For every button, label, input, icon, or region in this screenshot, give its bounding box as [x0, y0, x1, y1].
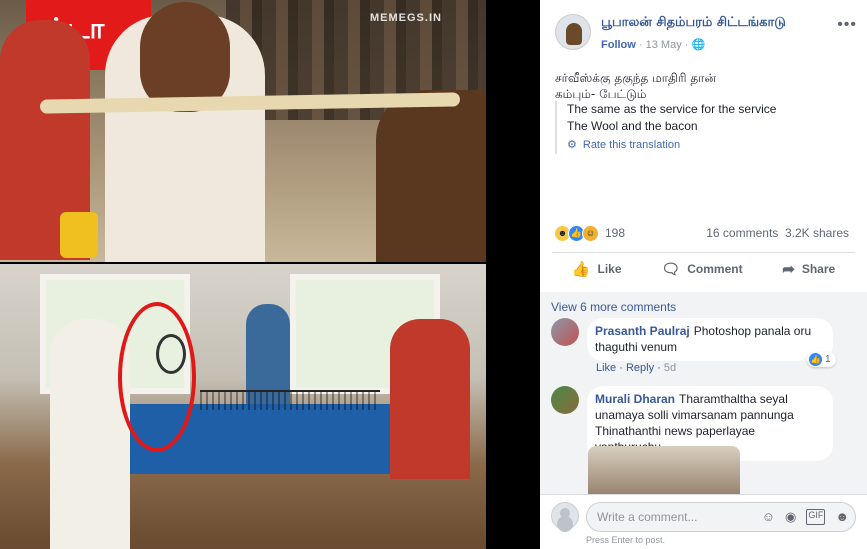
comment-reply-link[interactable]: Reply [626, 362, 654, 374]
comment-item: Murali Dharan Tharamthaltha seyal unamaya… [551, 386, 851, 461]
avatar [551, 502, 579, 530]
comment-composer: Write a comment... ☺ ◉ GIF ☻ Press Enter… [540, 494, 867, 549]
comment-actions: Like · Reply · 5d [596, 362, 677, 374]
rate-translation-label: Rate this translation [582, 139, 681, 151]
highlight-circle [118, 302, 196, 452]
post-text-line: சர்வீஸ்க்கு தகுந்த மாதிரி தான் [555, 71, 717, 85]
gif-icon[interactable]: GIF [806, 509, 826, 525]
like-reaction-icon: 👍 [809, 353, 822, 366]
page-avatar[interactable] [555, 14, 591, 50]
share-button-label: Share [801, 262, 836, 276]
watermark: MEMEGS.IN [370, 12, 442, 24]
person-center-head [140, 2, 230, 112]
view-more-comments-link[interactable]: View 6 more comments [551, 300, 676, 314]
comment-image-thumbnail[interactable] [588, 446, 740, 494]
press-enter-hint: Press Enter to post. [586, 535, 666, 545]
like-button[interactable]: 👍 Like [572, 260, 622, 278]
comment-time[interactable]: 5d [664, 362, 676, 374]
share-button[interactable]: ➦ Share [782, 260, 835, 278]
reactions-summary[interactable]: ☻ 👍 ☺ 198 [554, 224, 625, 242]
table-net [200, 390, 380, 410]
post-header: பூபாலன் சிதம்பரம் சிட்டங்காடு Follow · 1… [555, 14, 857, 54]
translation-line: The same as the service for the service [567, 102, 777, 116]
follow-button[interactable]: Follow [601, 39, 636, 51]
person-right [376, 90, 486, 262]
globe-icon: 🌐 [691, 39, 706, 51]
avatar[interactable] [551, 386, 579, 414]
post-meta: Follow · 13 May · 🌐 [601, 39, 706, 51]
post-stats: 16 comments 3.2K shares [706, 226, 849, 240]
comment-reaction-badge[interactable]: 👍 1 [807, 352, 836, 367]
shares-count[interactable]: 3.2K shares [785, 226, 849, 240]
gear-icon: ⚙ [567, 139, 577, 151]
like-button-label: Like [597, 262, 622, 276]
comment-text: unamaya solli vimarsanam pannunga [595, 408, 794, 422]
channel-logo [60, 212, 98, 258]
comment-button-label: Comment [687, 262, 743, 276]
comment-button[interactable]: 🗨 Comment [661, 260, 742, 278]
meme-bottom-panel [0, 264, 486, 549]
emoji-icon[interactable]: ☺ [762, 509, 775, 525]
page-name[interactable]: பூபாலன் சிதம்பரம் சிட்டங்காடு [601, 15, 786, 31]
post-text-line: கம்பும்- பேட்டும் [555, 87, 647, 101]
comments-section: View 6 more comments Prasanth Paulraj Pho… [540, 292, 867, 494]
more-icon[interactable]: ••• [837, 16, 857, 34]
camera-icon[interactable]: ◉ [785, 509, 796, 525]
post-actions: 👍 Like 🗨 Comment ➦ Share [552, 256, 855, 282]
comment-author[interactable]: Murali Dharan [595, 392, 675, 406]
divider [552, 252, 855, 253]
sticker-icon[interactable]: ☻ [835, 509, 849, 525]
comment-text: Tharamthaltha seyal [679, 392, 788, 406]
avatar[interactable] [551, 318, 579, 346]
rate-translation-link[interactable]: ⚙ Rate this translation [567, 137, 855, 154]
post-date[interactable]: 13 May [646, 39, 682, 51]
translation: The same as the service for the service … [555, 101, 855, 154]
translation-line: The Wool and the bacon [567, 119, 698, 133]
person-white-dress [50, 319, 130, 549]
comment-item: Prasanth Paulraj Photoshop panala oru tha… [551, 318, 851, 378]
comments-count[interactable]: 16 comments [706, 226, 778, 240]
wow-reaction-icon: ☺ [582, 224, 599, 242]
comment-icon: 🗨 [661, 261, 681, 278]
composer-icons: ☺ ◉ GIF ☻ [762, 509, 849, 525]
person-red-shirt [390, 319, 470, 479]
post-text: சர்வீஸ்க்கு தகுந்த மாதிரி தான் கம்பும்- … [555, 70, 855, 102]
comment-like-link[interactable]: Like [596, 362, 616, 374]
comment-bubble: Prasanth Paulraj Photoshop panala oru tha… [587, 318, 833, 361]
post-panel: பூபாலன் சிதம்பரம் சிட்டங்காடு Follow · 1… [540, 0, 867, 549]
meme-top-panel: ட்டா MEMEGS.IN [0, 0, 486, 262]
comment-author[interactable]: Prasanth Paulraj [595, 324, 690, 338]
post-photo[interactable]: ட்டா MEMEGS.IN [0, 0, 486, 549]
like-icon: 👍 [571, 261, 591, 278]
reaction-count: 198 [605, 226, 626, 240]
comment-reaction-count: 1 [825, 354, 831, 365]
share-icon: ➦ [782, 261, 795, 278]
